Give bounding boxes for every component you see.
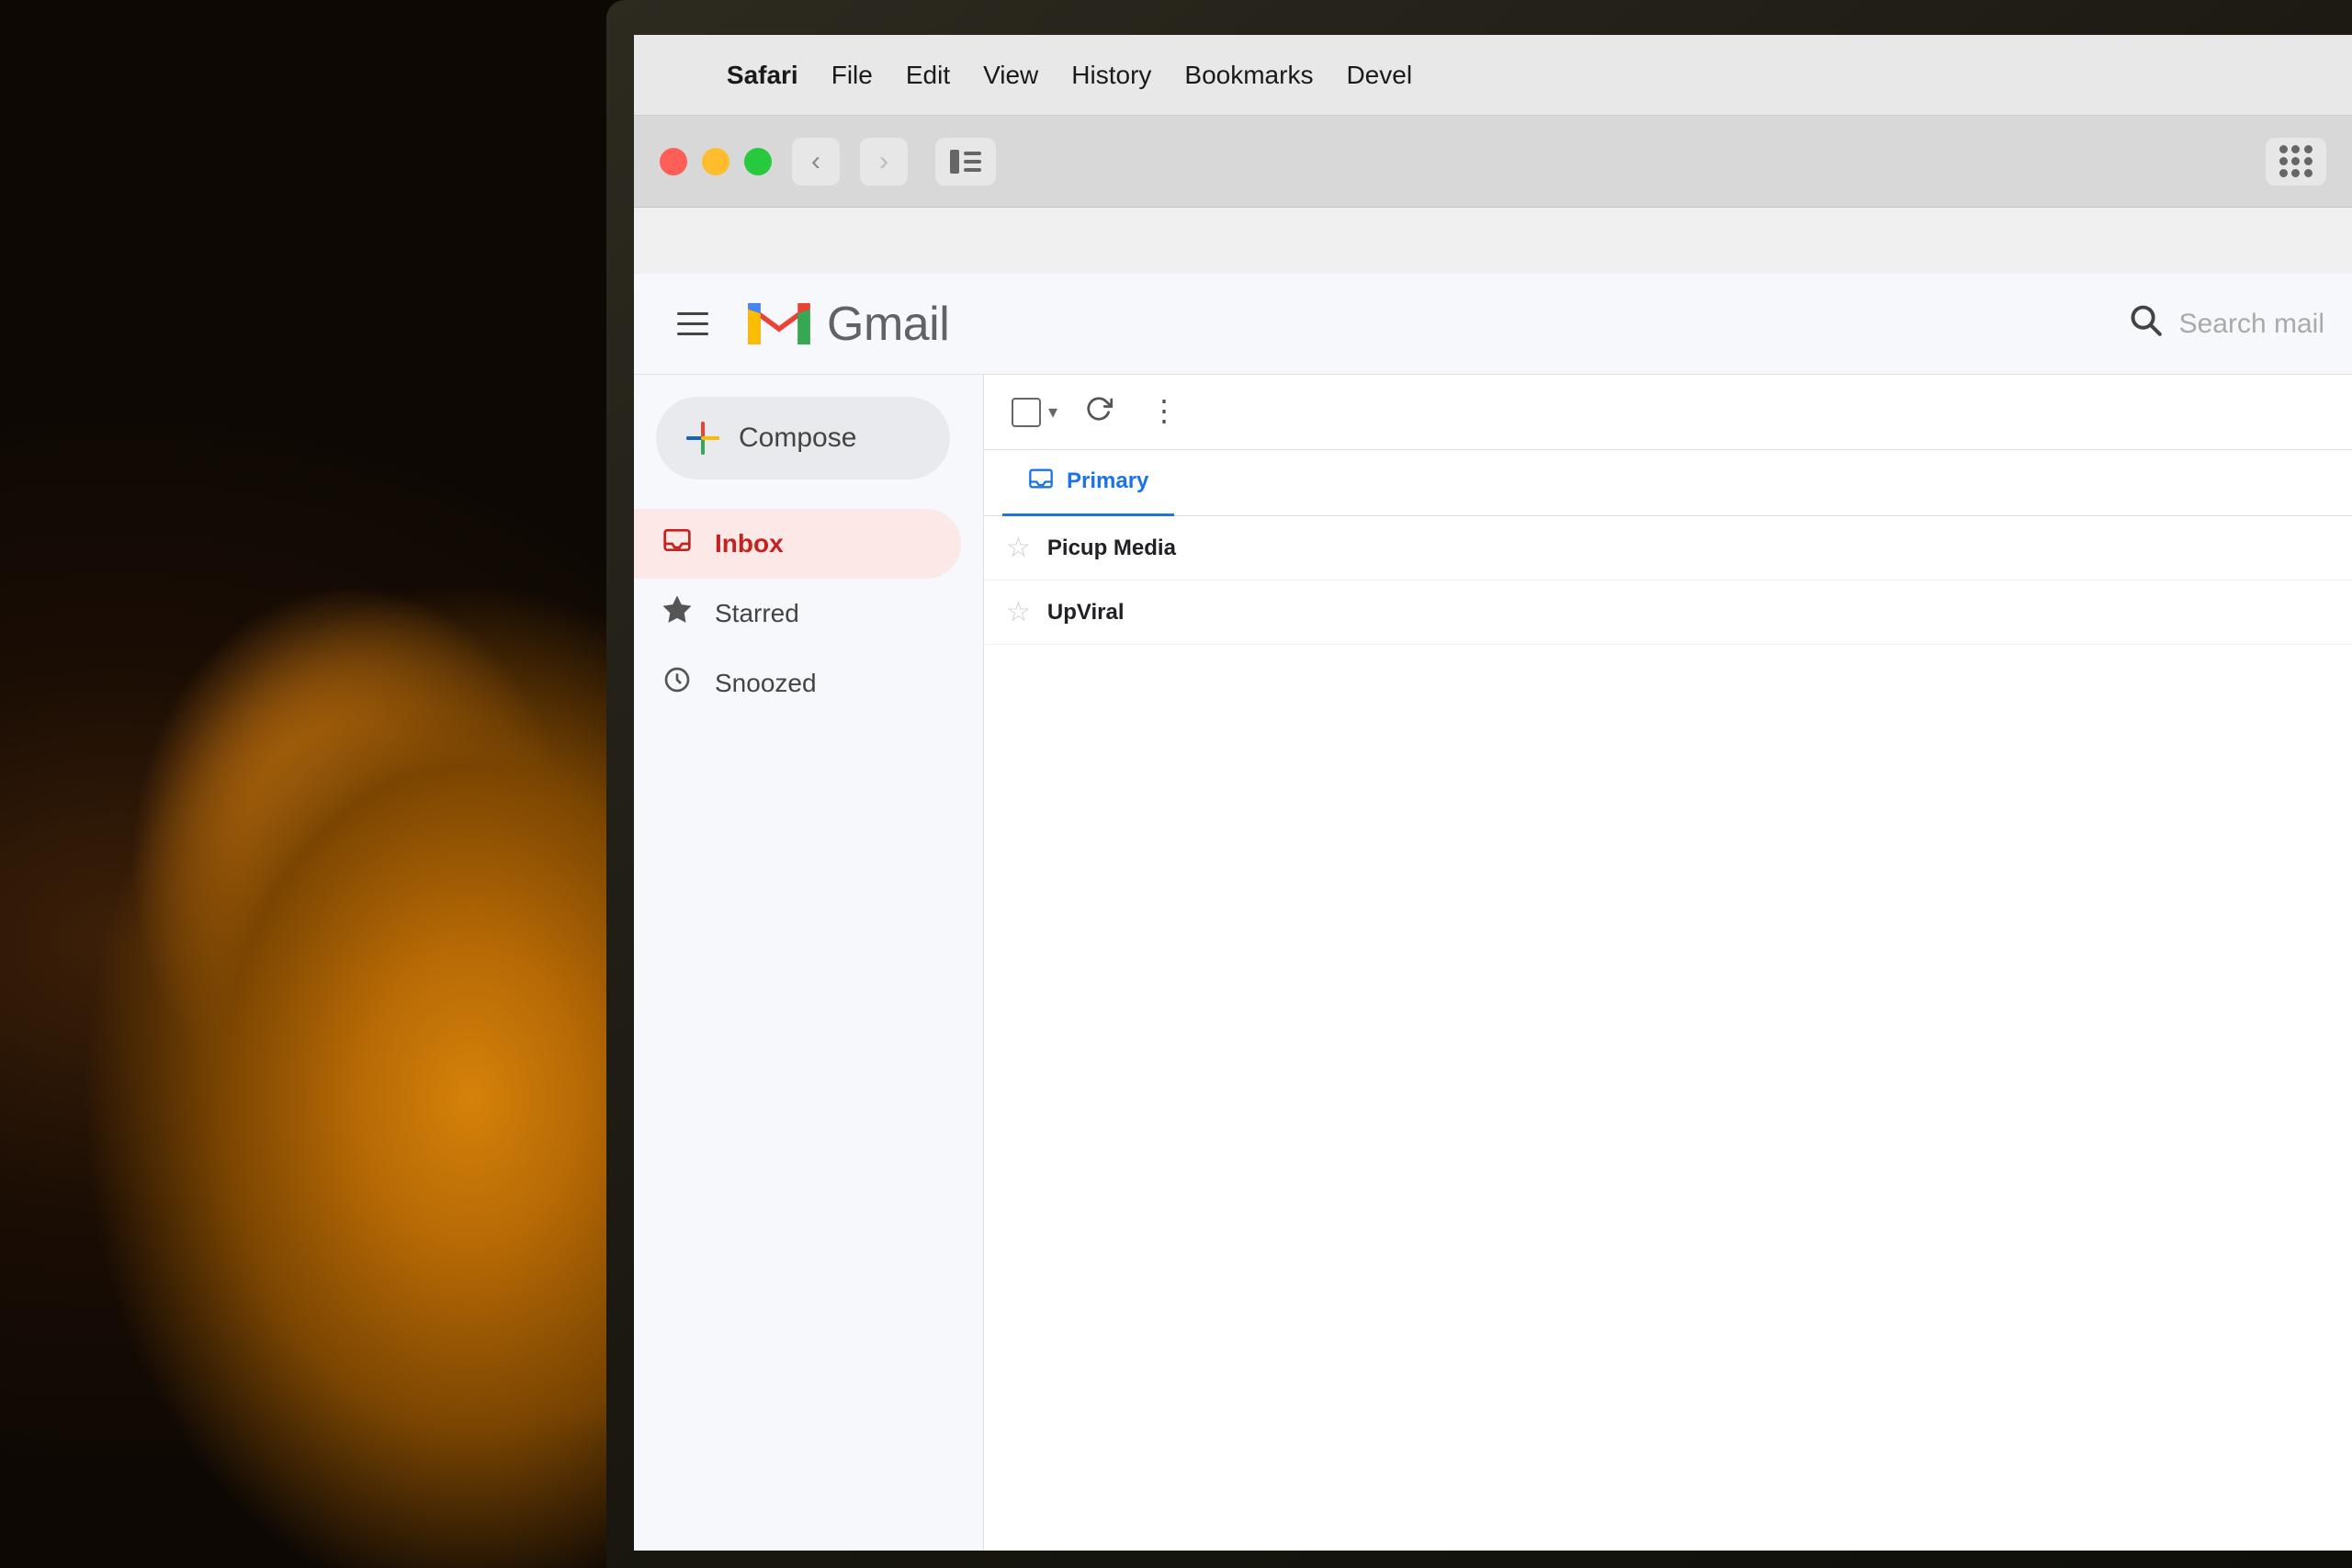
gmail-header: Gmail Search mail <box>634 274 2352 375</box>
sidebar-item-snoozed[interactable]: Snoozed <box>634 649 961 718</box>
sidebar-toggle-icon <box>950 150 981 174</box>
menubar:  Safari File Edit View History Bookmark… <box>634 35 2352 116</box>
menubar-edit[interactable]: Edit <box>889 55 967 96</box>
menubar-file[interactable]: File <box>815 55 889 96</box>
grid-dots-icon <box>2279 145 2312 177</box>
email-row[interactable]: ☆ UpViral <box>984 581 2352 645</box>
gmail-logo-text: Gmail <box>827 297 949 352</box>
sidebar-item-inbox[interactable]: Inbox <box>634 509 961 579</box>
select-all-checkbox-wrap: ▾ <box>1012 398 1057 427</box>
forward-arrow-icon: › <box>879 146 888 177</box>
hamburger-button[interactable] <box>662 293 724 355</box>
sidebar-item-inbox-label: Inbox <box>715 529 784 558</box>
sidebar-item-snoozed-label: Snoozed <box>715 669 817 698</box>
menubar-history[interactable]: History <box>1055 55 1168 96</box>
clock-icon <box>660 665 695 702</box>
menubar-develop[interactable]: Devel <box>1329 55 1429 96</box>
menubar-view[interactable]: View <box>967 55 1055 96</box>
minimize-button[interactable] <box>702 148 729 175</box>
gmail-sidebar: Compose Inbox <box>634 375 983 1551</box>
gmail-main: ▾ ⋮ <box>983 375 2352 1551</box>
gmail-logo: Gmail <box>746 297 949 352</box>
sidebar-item-starred[interactable]: Starred <box>634 579 961 649</box>
inbox-icon <box>660 525 695 562</box>
star-button[interactable]: ☆ <box>1006 596 1031 628</box>
traffic-lights <box>660 148 772 175</box>
hamburger-icon <box>677 312 708 315</box>
tab-primary-label: Primary <box>1067 468 1148 494</box>
star-button[interactable]: ☆ <box>1006 532 1031 564</box>
email-sender: Picup Media <box>1047 536 1286 561</box>
compose-label: Compose <box>739 423 856 454</box>
apple-menu-icon[interactable]:  <box>662 58 684 92</box>
compose-button[interactable]: Compose <box>656 397 950 479</box>
search-icon <box>2128 302 2163 346</box>
compose-plus-icon <box>685 421 720 456</box>
primary-tab-icon <box>1028 466 1054 498</box>
star-icon <box>660 595 695 632</box>
select-all-checkbox[interactable] <box>1012 398 1041 427</box>
forward-button[interactable]: › <box>860 138 908 186</box>
browser-chrome: ‹ › <box>634 116 2352 208</box>
email-list: ☆ Picup Media ☆ UpViral <box>984 516 2352 645</box>
search-bar[interactable]: Search mail <box>2128 302 2324 346</box>
hamburger-icon <box>677 322 708 325</box>
gmail-body: Compose Inbox <box>634 375 2352 1551</box>
refresh-button[interactable] <box>1076 386 1122 439</box>
search-placeholder-text: Search mail <box>2179 309 2324 340</box>
tab-primary[interactable]: Primary <box>1002 450 1174 516</box>
select-dropdown-arrow[interactable]: ▾ <box>1048 400 1057 423</box>
email-row[interactable]: ☆ Picup Media <box>984 516 2352 581</box>
email-sender: UpViral <box>1047 600 1286 626</box>
gmail-content: Gmail Search mail <box>634 274 2352 1551</box>
back-button[interactable]: ‹ <box>792 138 840 186</box>
sidebar-item-starred-label: Starred <box>715 599 799 628</box>
tab-grid-button[interactable] <box>2266 138 2326 186</box>
hamburger-icon <box>677 333 708 335</box>
menubar-safari[interactable]: Safari <box>710 55 815 96</box>
more-options-button[interactable]: ⋮ <box>1140 387 1190 437</box>
back-arrow-icon: ‹ <box>811 146 820 177</box>
gmail-toolbar: ▾ ⋮ <box>984 375 2352 450</box>
browser-right-controls <box>2266 138 2326 186</box>
screen:  Safari File Edit View History Bookmark… <box>634 35 2352 1551</box>
maximize-button[interactable] <box>744 148 772 175</box>
more-options-icon: ⋮ <box>1149 394 1181 427</box>
menubar-bookmarks[interactable]: Bookmarks <box>1168 55 1329 96</box>
gmail-m-icon <box>746 299 812 349</box>
gmail-tabs: Primary <box>984 450 2352 516</box>
close-button[interactable] <box>660 148 687 175</box>
sidebar-toggle-button[interactable] <box>935 138 996 186</box>
